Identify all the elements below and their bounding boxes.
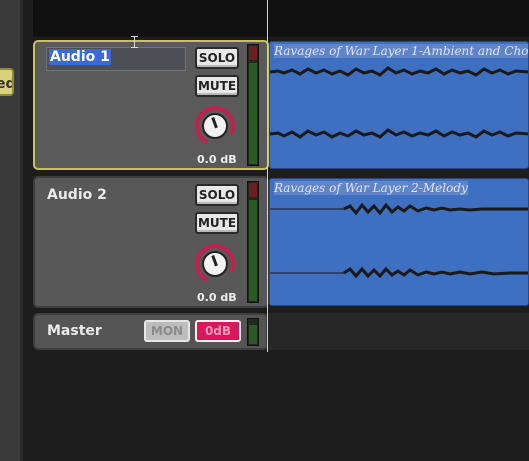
text-cursor-icon: [131, 36, 138, 48]
meter-fill: [249, 325, 257, 344]
waveform: [270, 202, 528, 279]
left-panel-strip: ed: [0, 0, 23, 461]
master-name: Master: [47, 323, 102, 339]
solo-button[interactable]: SOLO: [195, 47, 239, 69]
mute-button[interactable]: MUTE: [195, 75, 239, 97]
level-meter: [247, 44, 259, 166]
meter-fill: [249, 200, 257, 301]
volume-knob[interactable]: [189, 238, 241, 290]
level-meter: [247, 181, 259, 303]
monitor-button[interactable]: MON: [144, 320, 190, 342]
empty-track-area[interactable]: [33, 352, 529, 461]
knob-pointer: [211, 116, 218, 129]
volume-readout: 0.0 dB: [197, 153, 237, 166]
mute-button[interactable]: MUTE: [195, 212, 239, 234]
solo-button[interactable]: SOLO: [195, 184, 239, 206]
knob-pointer: [211, 254, 218, 267]
knob-body: [202, 251, 228, 277]
track-name-input[interactable]: Audio 1: [46, 47, 186, 71]
track-audio-2[interactable]: Audio 2 SOLO MUTE 0.0 dB: [33, 176, 269, 308]
meter-peak: [249, 46, 257, 60]
track-name[interactable]: Audio 2: [47, 187, 107, 203]
playhead[interactable]: [267, 0, 268, 352]
odb-button[interactable]: 0dB: [195, 320, 241, 342]
knob-body: [202, 113, 228, 139]
waveform: [270, 66, 528, 139]
panel-divider[interactable]: [20, 0, 23, 461]
track-audio-1[interactable]: Audio 1 SOLO MUTE 0.0 dB: [33, 40, 269, 170]
volume-readout: 0.0 dB: [197, 291, 237, 304]
volume-knob[interactable]: [189, 100, 241, 152]
track-name-selected-text: Audio 1: [49, 49, 111, 65]
meter-peak: [249, 183, 257, 197]
master-track[interactable]: Master MON 0dB: [33, 313, 268, 350]
audio-clip-1[interactable]: Ravages of War Layer 1-Ambient and Cho: [269, 41, 529, 169]
timeline-ruler[interactable]: [33, 0, 529, 37]
master-level-meter: [247, 318, 259, 346]
audio-clip-2[interactable]: Ravages of War Layer 2-Melody: [269, 178, 529, 306]
left-badge[interactable]: ed: [0, 68, 14, 96]
master-lane[interactable]: [268, 313, 529, 350]
meter-fill: [249, 63, 257, 164]
